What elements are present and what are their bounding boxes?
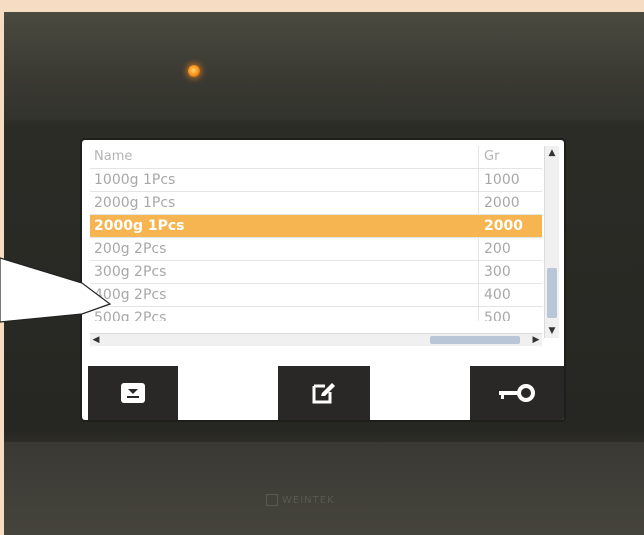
column-header-name: Name — [94, 149, 133, 164]
item-name: 1000g 1Pcs — [94, 172, 176, 188]
item-gr: 1000 — [484, 172, 520, 188]
item-gr: 2000 — [484, 218, 523, 234]
item-gr: 400 — [484, 287, 511, 303]
item-gr: 500 — [484, 310, 511, 321]
bottom-toolbar — [82, 366, 564, 420]
item-name: 500g 2Pcs — [94, 310, 167, 321]
brand-mark-icon — [266, 494, 278, 506]
list-item[interactable]: 400g 2Pcs 400 — [90, 284, 542, 307]
touch-screen: Name Gr 1000g 1Pcs 1000 2000g 1Pcs 2000 … — [82, 140, 564, 420]
list-header: Name Gr — [90, 146, 542, 169]
list-item[interactable]: 300g 2Pcs 300 — [90, 261, 542, 284]
item-name: 2000g 1Pcs — [94, 218, 185, 234]
vertical-scroll-thumb[interactable] — [547, 268, 557, 318]
horizontal-scrollbar[interactable]: ◀ ▶ — [90, 333, 542, 346]
key-button[interactable] — [470, 366, 564, 420]
item-name: 2000g 1Pcs — [94, 195, 176, 211]
horizontal-scroll-thumb[interactable] — [430, 336, 520, 344]
list-item-partial[interactable]: 500g 2Pcs 500 — [90, 307, 542, 321]
list-item[interactable]: 1000g 1Pcs 1000 — [90, 169, 542, 192]
item-name: 300g 2Pcs — [94, 264, 167, 280]
item-name: 200g 2Pcs — [94, 241, 167, 257]
device-bottom-panel — [4, 442, 644, 535]
scroll-right-icon[interactable]: ▶ — [530, 334, 542, 346]
download-icon — [121, 383, 145, 403]
list-item-selected[interactable]: 2000g 1Pcs 2000 — [90, 215, 542, 238]
list-item[interactable]: 2000g 1Pcs 2000 — [90, 192, 542, 215]
brand-logo: WEINTEK — [266, 494, 396, 508]
item-gr: 200 — [484, 241, 511, 257]
item-name: 400g 2Pcs — [94, 287, 167, 303]
column-header-gr: Gr — [484, 149, 500, 164]
item-gr: 300 — [484, 264, 511, 280]
brand-label: WEINTEK — [282, 495, 335, 506]
scroll-up-icon[interactable]: ▲ — [545, 146, 559, 160]
edit-icon — [312, 383, 335, 404]
download-button[interactable] — [88, 366, 178, 420]
scroll-left-icon[interactable]: ◀ — [90, 334, 102, 346]
power-led-icon — [188, 65, 200, 77]
item-gr: 2000 — [484, 195, 520, 211]
device-top-panel — [4, 12, 644, 120]
key-icon — [499, 384, 535, 402]
edit-button[interactable] — [278, 366, 370, 420]
list-item[interactable]: 200g 2Pcs 200 — [90, 238, 542, 261]
scroll-down-icon[interactable]: ▼ — [545, 324, 559, 338]
vertical-scrollbar[interactable]: ▲ ▼ — [544, 146, 559, 338]
